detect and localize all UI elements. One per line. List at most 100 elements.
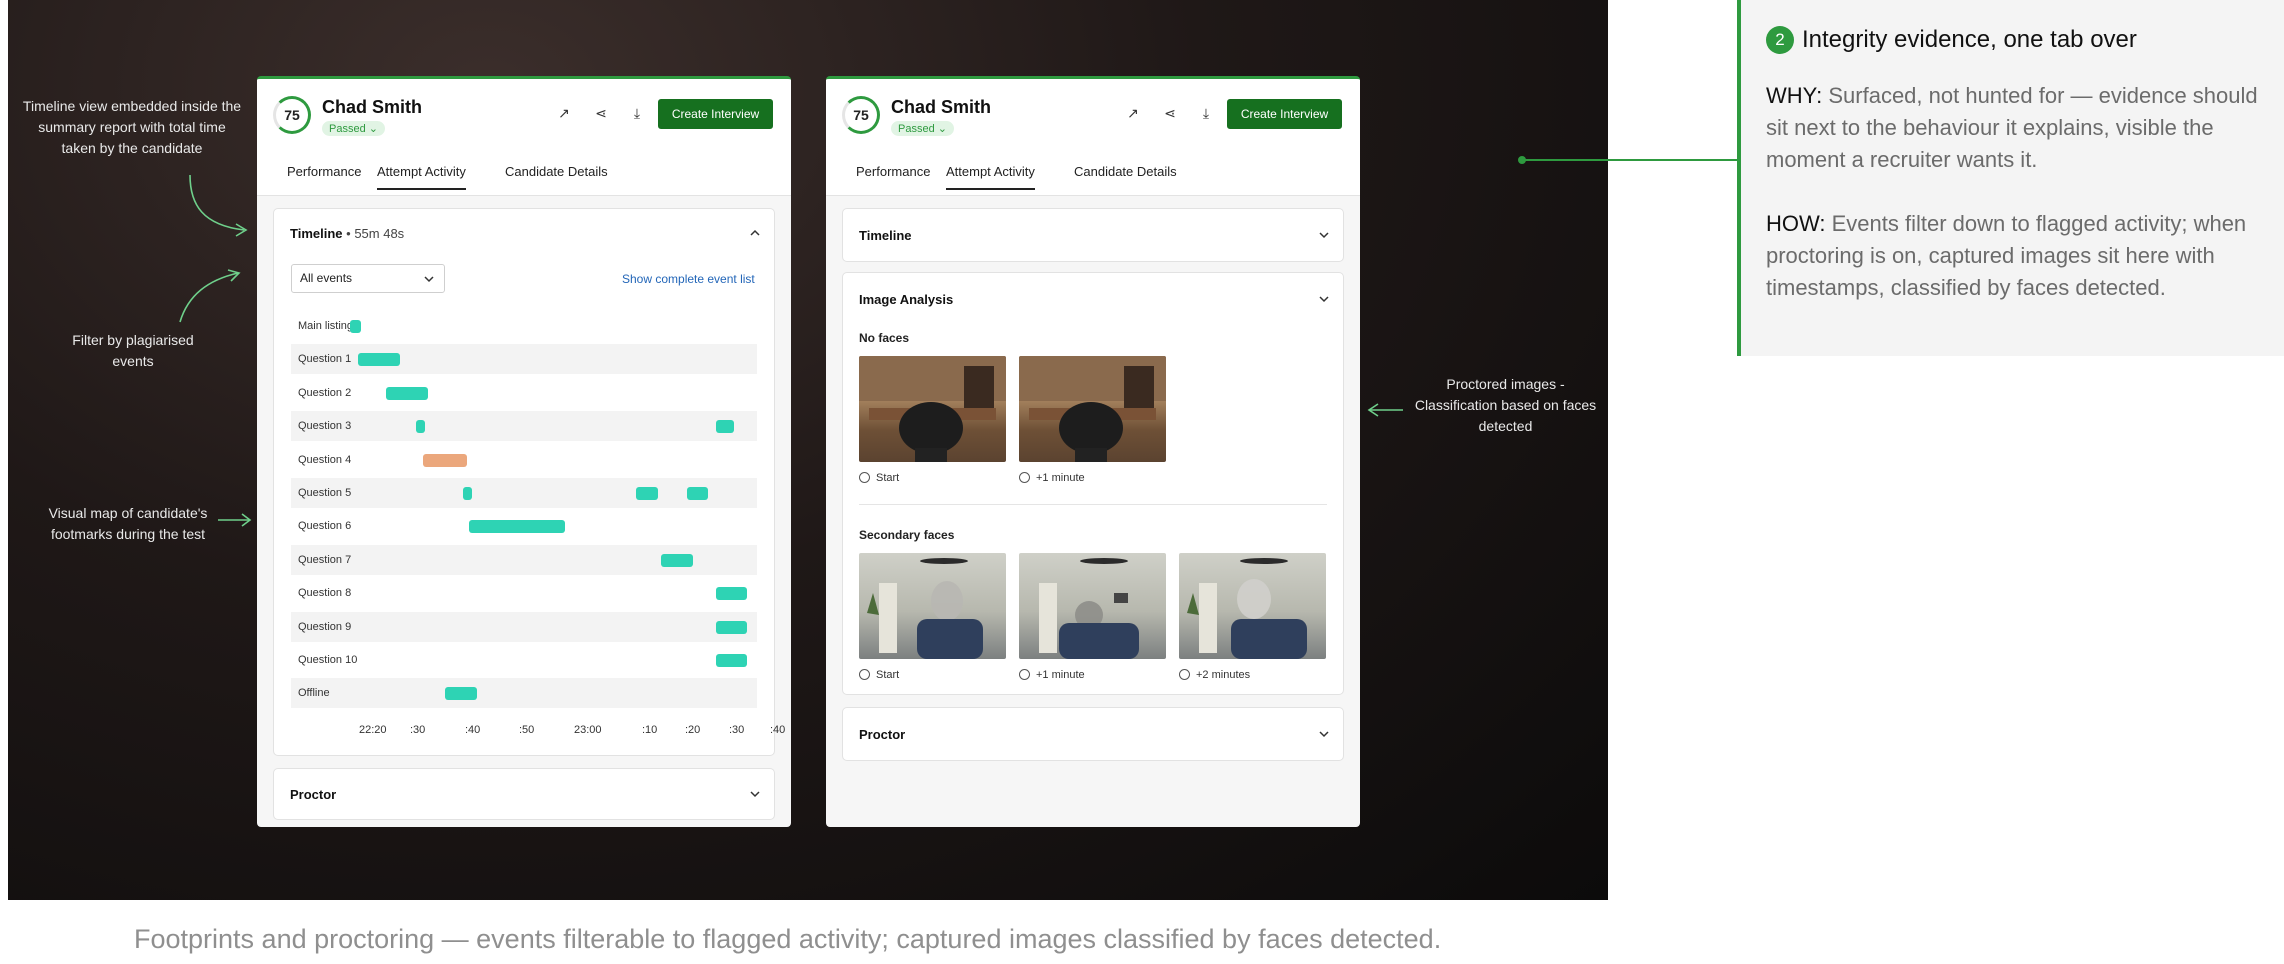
annotation-proctored-images: Proctored images - Classification based …	[1414, 376, 1597, 434]
tab-performance[interactable]: Performance	[287, 164, 361, 188]
tab-attempt-activity[interactable]: Attempt Activity	[946, 164, 1035, 190]
show-event-list-link[interactable]: Show complete event list	[622, 272, 755, 286]
event-bar[interactable]	[716, 620, 747, 634]
event-bar[interactable]	[661, 553, 693, 567]
share-icon[interactable]: ⋖	[593, 105, 609, 121]
external-link-icon[interactable]: ↗	[556, 105, 572, 121]
timeline-row: Question 4	[291, 445, 757, 475]
axis-tick-label: :30	[410, 724, 426, 736]
timeline-row-label: Question 9	[298, 620, 352, 633]
clock-icon	[1019, 669, 1030, 680]
event-bar[interactable]	[463, 487, 472, 500]
timeline-panel: Timeline • 55m 48s All events Show compl…	[273, 208, 785, 756]
proctor-image-secondary-1[interactable]	[859, 553, 1006, 659]
event-bar[interactable]	[386, 386, 428, 400]
timeline-row-label: Main listing	[298, 320, 354, 332]
tab-performance[interactable]: Performance	[856, 164, 930, 188]
clock-icon	[1019, 472, 1030, 483]
event-bar[interactable]	[716, 587, 747, 601]
summary-card-images: 75 Chad Smith Passed ⌄ ↗ ⋖ ⤓ Create Inte…	[826, 76, 1360, 827]
annotation-visual-map: Visual map of candidate's footmarks duri…	[48, 505, 208, 542]
no-faces-title: No faces	[859, 331, 910, 345]
chevron-down-icon	[1319, 731, 1329, 738]
flagged-event-bar[interactable]	[423, 453, 467, 467]
share-icon[interactable]: ⋖	[1162, 105, 1178, 121]
download-icon[interactable]: ⤓	[629, 105, 645, 121]
download-icon[interactable]: ⤓	[1198, 105, 1214, 121]
event-bar[interactable]	[445, 687, 477, 701]
timeline-title[interactable]: Timeline • 55m 48s	[290, 226, 404, 241]
status-badge[interactable]: Passed ⌄	[322, 121, 385, 136]
secondary-caption-3: +2 minutes	[1179, 669, 1250, 681]
step-number-badge: 2	[1766, 26, 1794, 54]
explainer-title: 2 Integrity evidence, one tab over	[1766, 26, 2137, 54]
why-paragraph: WHY: Surfaced, not hunted for — evidence…	[1766, 80, 2266, 176]
timeline-row: Question 3	[291, 411, 757, 442]
how-paragraph: HOW: Events filter down to flagged activ…	[1766, 208, 2266, 304]
chevron-down-icon	[424, 276, 434, 283]
image-analysis-panel: Image Analysis No faces Start +1 minute …	[842, 272, 1344, 695]
proctor-panel[interactable]: Proctor	[273, 768, 775, 820]
timeline-row-label: Question 3	[298, 420, 352, 433]
timeline-row-label: Question 4	[298, 453, 352, 466]
annotation-filter: Filter by plagiarised events	[72, 332, 194, 369]
axis-tick-label: :10	[642, 724, 658, 736]
explainer-card: 2 Integrity evidence, one tab over WHY: S…	[1737, 0, 2284, 356]
why-label: WHY:	[1766, 83, 1823, 108]
proctor-image-secondary-3[interactable]	[1179, 553, 1326, 659]
proctor-image-secondary-2[interactable]	[1019, 553, 1166, 659]
bottom-caption: Footprints and proctoring — events filte…	[134, 924, 1442, 954]
tab-candidate-details[interactable]: Candidate Details	[505, 164, 608, 188]
proctor-image-no-face-1[interactable]	[859, 356, 1006, 462]
status-label: Passed	[329, 123, 366, 135]
chevron-down-icon	[1319, 232, 1329, 239]
chevron-down-icon[interactable]	[1317, 292, 1331, 306]
timeline-row-label: Question 10	[298, 654, 358, 666]
tab-candidate-details[interactable]: Candidate Details	[1074, 164, 1177, 188]
score-ring: 75	[842, 96, 880, 134]
axis-tick-label: :20	[685, 724, 701, 736]
timeline-panel-collapsed[interactable]: Timeline	[842, 208, 1344, 262]
image-analysis-title[interactable]: Image Analysis	[859, 292, 953, 307]
create-interview-button[interactable]: Create Interview	[658, 99, 773, 129]
timeline-row: Question 9	[291, 611, 757, 642]
event-bar[interactable]	[469, 520, 565, 534]
axis-tick-label: 23:00	[574, 724, 602, 736]
timeline-row: Offline	[291, 678, 757, 709]
event-filter-select[interactable]: All events	[291, 264, 445, 293]
clock-icon	[859, 669, 870, 680]
timeline-row: Question 8	[291, 578, 757, 608]
proctor-image-no-face-2[interactable]	[1019, 356, 1166, 462]
connector-dot	[1518, 156, 1526, 164]
timeline-title: Timeline	[859, 228, 912, 243]
event-bar[interactable]	[416, 420, 425, 434]
chevron-up-icon[interactable]	[748, 226, 762, 240]
status-badge[interactable]: Passed ⌄	[891, 121, 954, 136]
room-person-image	[867, 558, 983, 659]
external-link-icon[interactable]: ↗	[1125, 105, 1141, 121]
axis-tick-label: :30	[729, 724, 745, 736]
score-ring: 75	[273, 96, 311, 134]
timeline-title-text: Timeline	[290, 226, 343, 241]
divider	[859, 504, 1327, 505]
timeline-row: Question 5	[291, 478, 757, 508]
timeline-row-label: Question 2	[298, 386, 352, 399]
how-text: Events filter down to flagged activity; …	[1766, 211, 2247, 300]
axis-tick-label: :50	[519, 724, 535, 736]
event-bar[interactable]	[358, 353, 400, 367]
clock-icon	[859, 472, 870, 483]
card-header: 75 Chad Smith Passed ⌄ ↗ ⋖ ⤓ Create Inte…	[826, 79, 1360, 196]
event-bar[interactable]	[636, 487, 658, 500]
timeline-row: Question 6	[291, 511, 757, 541]
chevron-down-icon	[750, 791, 760, 798]
event-bar[interactable]	[716, 654, 747, 667]
secondary-caption-1: Start	[859, 669, 899, 681]
event-bar[interactable]	[687, 487, 708, 500]
event-bar[interactable]	[716, 420, 734, 434]
axis-tick-label: :40	[770, 724, 786, 736]
create-interview-button[interactable]: Create Interview	[1227, 99, 1342, 129]
proctor-title: Proctor	[290, 787, 337, 802]
tab-attempt-activity[interactable]: Attempt Activity	[377, 164, 466, 190]
proctor-panel[interactable]: Proctor	[842, 707, 1344, 761]
event-bar[interactable]	[350, 320, 361, 333]
